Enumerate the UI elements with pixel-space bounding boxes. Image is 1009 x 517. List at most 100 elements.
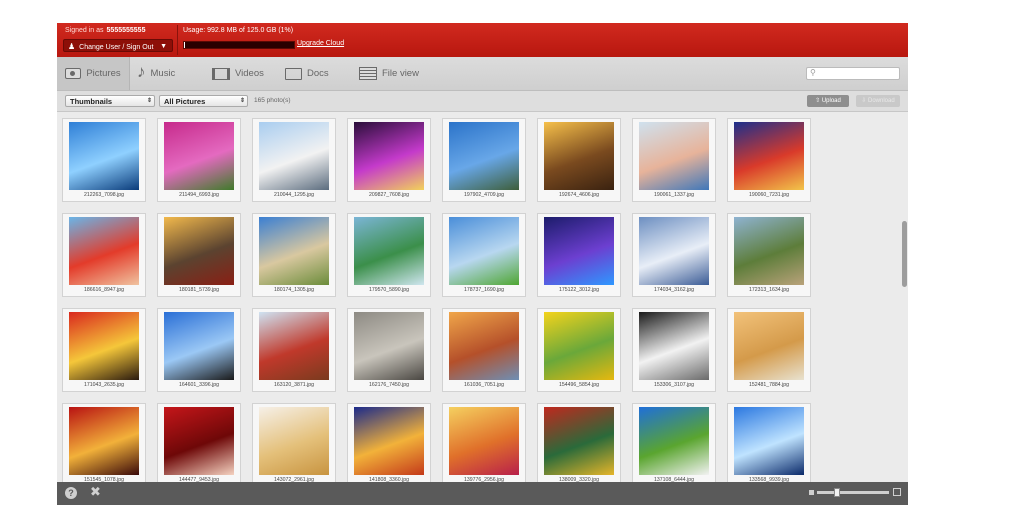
photo-filename: 186616_8947.jpg [83,287,125,293]
photo-image [69,312,139,380]
tab-label: Docs [307,68,329,79]
photo-image [544,407,614,475]
photo-image [69,407,139,475]
photo-thumbnail[interactable]: 179570_5890.jpg [347,213,431,297]
photo-thumbnail[interactable]: 190060_7231.jpg [727,118,811,202]
photo-thumbnail[interactable]: 175122_3012.jpg [537,213,621,297]
download-button[interactable]: ⇩ Download [856,95,900,107]
upload-label: Upload [821,98,841,104]
filter-select[interactable]: All Pictures ⇕ [159,95,248,107]
photo-image [69,122,139,190]
photo-thumbnail[interactable]: 209827_7608.jpg [347,118,431,202]
photo-thumbnail[interactable]: 212263_7098.jpg [62,118,146,202]
photo-thumbnail[interactable]: 174034_3162.jpg [632,213,716,297]
photo-image [259,312,329,380]
photo-image [544,312,614,380]
photo-thumbnail[interactable]: 141808_3360.jpg [347,403,431,482]
photo-thumbnail[interactable]: 180174_1305.jpg [252,213,336,297]
usage-bar-fill [184,42,186,48]
select-arrows-icon: ⇕ [239,98,245,104]
photo-thumbnail[interactable]: 161036_7051.jpg [442,308,526,392]
change-user-button[interactable]: ♟ Change User / Sign Out ▼ [63,39,173,52]
tab-file-view[interactable]: File view [359,57,419,90]
photo-image [354,122,424,190]
photo-thumbnail[interactable]: 211494_6993.jpg [157,118,241,202]
usage-bar [183,41,295,49]
film-icon [212,67,230,80]
user-icon: ♟ [68,42,76,51]
photo-image [734,217,804,285]
upgrade-cloud-link[interactable]: Upgrade Cloud [297,40,344,47]
photo-thumbnail[interactable]: 190061_1337.jpg [632,118,716,202]
photo-thumbnail[interactable]: 192674_4606.jpg [537,118,621,202]
photo-thumbnail[interactable]: 186616_8947.jpg [62,213,146,297]
tab-music[interactable]: ♪ Music [137,57,175,90]
photo-image [164,217,234,285]
photo-filename: 164601_3396.jpg [178,382,220,388]
zoom-in-icon[interactable] [893,488,901,496]
help-icon[interactable]: ? [65,487,77,499]
tools-icon[interactable]: ✖ [90,484,101,500]
download-label: Download [868,98,895,104]
zoom-slider[interactable] [817,488,889,497]
photo-image [449,217,519,285]
photo-filename: 180174_1305.jpg [273,287,315,293]
filter-value: All Pictures [164,97,206,106]
photo-thumbnail[interactable]: 138009_3320.jpg [537,403,621,482]
zoom-slider-knob[interactable] [834,488,840,497]
photo-thumbnail[interactable]: 133568_9939.jpg [727,403,811,482]
photo-image [734,312,804,380]
photo-thumbnail[interactable]: 164601_3396.jpg [157,308,241,392]
download-icon: ⇩ [861,98,867,104]
photo-filename: 171043_2635.jpg [83,382,125,388]
tab-pictures[interactable]: Pictures [57,57,130,90]
photo-image [164,122,234,190]
photo-thumbnail[interactable]: 144477_9453.jpg [157,403,241,482]
account-bar: Signed in as 5555555555 ♟ Change User / Si… [57,23,908,57]
file-view-icon [359,67,377,80]
search-input[interactable]: ⚲ [806,67,900,80]
photo-filename: 179570_5890.jpg [368,287,410,293]
photo-thumbnail[interactable]: 180181_5739.jpg [157,213,241,297]
zoom-out-icon[interactable] [809,490,814,495]
photo-image [734,407,804,475]
photo-thumbnail[interactable]: 152481_7884.jpg [727,308,811,392]
view-mode-select[interactable]: Thumbnails ⇕ [65,95,155,107]
photo-filename: 154496_5854.jpg [558,382,600,388]
signed-in-text: Signed in as 5555555555 [65,27,145,34]
divider [177,25,178,55]
photo-filename: 161036_7051.jpg [463,382,505,388]
upload-button[interactable]: ⇧ Upload [807,95,849,107]
search-icon: ⚲ [810,68,816,77]
camera-icon [65,68,82,79]
photo-thumbnail[interactable]: 139776_2956.jpg [442,403,526,482]
tab-label: File view [382,68,419,79]
change-user-label: Change User / Sign Out [79,44,154,51]
photo-thumbnail[interactable]: 210044_1295.jpg [252,118,336,202]
photo-thumbnail[interactable]: 197902_4709.jpg [442,118,526,202]
photo-image [449,312,519,380]
tab-videos[interactable]: Videos [212,57,264,90]
photo-filename: 190061_1337.jpg [653,192,695,198]
document-icon [285,67,302,80]
account-id: 5555555555 [106,27,146,34]
tab-docs[interactable]: Docs [285,57,329,90]
photo-thumbnail[interactable]: 162176_7450.jpg [347,308,431,392]
photo-image [639,312,709,380]
photo-thumbnail[interactable]: 178737_1690.jpg [442,213,526,297]
photo-thumbnail[interactable]: 154496_5854.jpg [537,308,621,392]
photo-count: 165 photo(s) [254,97,291,104]
tab-bar: Pictures ♪ Music Videos Docs File view ⚲ [57,57,908,91]
photo-thumbnail[interactable]: 137108_6444.jpg [632,403,716,482]
scrollbar[interactable] [902,221,907,287]
photo-thumbnail[interactable]: 153306_3107.jpg [632,308,716,392]
photo-thumbnail[interactable]: 151545_1078.jpg [62,403,146,482]
photo-thumbnail[interactable]: 163120_3871.jpg [252,308,336,392]
photo-image [354,407,424,475]
photo-image [639,407,709,475]
photo-thumbnail[interactable]: 143072_2961.jpg [252,403,336,482]
photo-thumbnail[interactable]: 171043_2635.jpg [62,308,146,392]
photo-filename: 192674_4606.jpg [558,192,600,198]
photo-thumbnail[interactable]: 172313_1634.jpg [727,213,811,297]
photo-filename: 211494_6993.jpg [179,192,219,198]
